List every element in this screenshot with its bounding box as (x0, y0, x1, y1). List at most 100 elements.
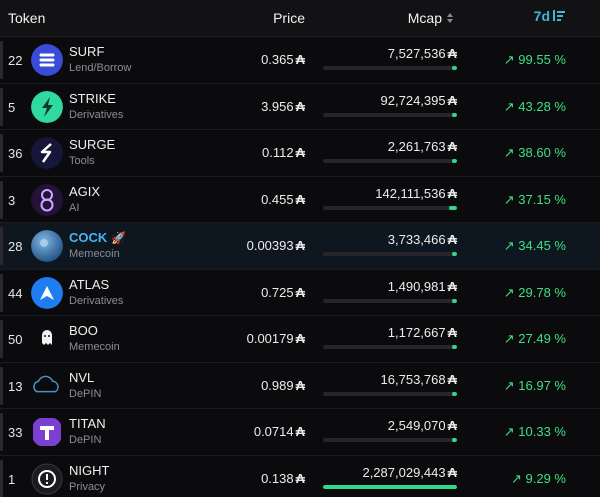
table-row[interactable]: 36 SURGE Tools 0.112 ₳ 2,261,763 ₳ ↗ 38.60 % (0, 130, 600, 177)
mcap-bar (323, 484, 457, 489)
mcap-bar-fill (452, 298, 457, 303)
currency-symbol: ₳ (295, 284, 305, 300)
token-name[interactable]: TITAN (69, 416, 106, 431)
price-value: 0.00179 (246, 331, 294, 346)
currency-symbol: ₳ (447, 464, 457, 480)
token-name[interactable]: AGIX (69, 184, 100, 199)
column-header-7d[interactable]: 7d (534, 8, 565, 24)
token-category: Privacy (69, 480, 106, 493)
token-name[interactable]: SURGE (69, 137, 115, 152)
column-header-price[interactable]: Price (273, 10, 305, 26)
token-mcap: 2,261,763 ₳ (388, 139, 457, 154)
mcap-bar (323, 205, 457, 210)
mcap-bar (323, 438, 457, 442)
strike-logo-icon[interactable] (31, 90, 63, 123)
sort-icon[interactable] (446, 12, 454, 24)
token-name[interactable]: NIGHT (69, 463, 109, 478)
boo-logo-icon[interactable] (31, 323, 63, 355)
mcap-bar (323, 112, 457, 117)
price-value: 0.138 (261, 470, 294, 486)
agix-logo-icon[interactable] (31, 183, 63, 216)
currency-symbol: ₳ (295, 331, 305, 346)
table-row[interactable]: 22 SURF Lend/Borrow 0.365 ₳ 7,527,536 ₳ ↗ 99.55… (0, 37, 600, 84)
table-row[interactable]: 13 NVL DePIN 0.989 ₳ 16,753,768 ₳ ↗ 16.97 % (0, 362, 600, 409)
token-table: Token Price Mcap 7d 22 SURF Lend/Borrow 0.3… (0, 0, 600, 497)
token-mcap: 92,724,395 ₳ (381, 93, 457, 108)
price-value: 0.112 (262, 145, 294, 160)
mcap-bar-fill (451, 112, 457, 117)
mcap-bar-fill (452, 438, 457, 442)
column-header-mcap[interactable]: Mcap (408, 10, 454, 26)
column-header-token[interactable]: Token (8, 10, 45, 26)
rank: 13 (8, 378, 23, 394)
mcap-bar (323, 159, 457, 163)
token-price: 0.365 ₳ (261, 52, 305, 67)
token-symbol: NIGHT (69, 462, 110, 478)
nvl-logo-icon[interactable] (31, 370, 63, 402)
rocket-icon: 🚀 (111, 230, 127, 245)
currency-symbol: ₳ (447, 371, 457, 387)
price-change-7d: ↗ 34.45 % (503, 238, 566, 253)
row-indicator (0, 320, 3, 358)
currency-symbol: ₳ (295, 238, 305, 253)
rank: 22 (8, 53, 23, 68)
mcap-value: 92,724,395 (380, 92, 446, 108)
price-value: 0.0714 (253, 424, 294, 439)
mcap-value: 1,172,667 (387, 325, 446, 340)
token-name[interactable]: STRIKE (69, 91, 116, 106)
table-row[interactable]: 44 ATLAS Derivatives 0.725 ₳ 1,490,981 ₳ ↗ 29.7… (0, 269, 600, 316)
titan-logo-icon[interactable] (31, 416, 63, 448)
token-symbol: AGIX (69, 183, 101, 199)
rank: 5 (8, 99, 16, 115)
table-row[interactable]: 28 COCK 🚀 Memecoin 0.00393 ₳ 3,733,466 ₳ ↗ 34.45… (0, 223, 600, 270)
currency-symbol: ₳ (447, 418, 457, 433)
row-indicator (0, 413, 3, 451)
token-name[interactable]: COCK 🚀 (69, 230, 126, 245)
row-indicator (0, 273, 3, 312)
token-price: 0.989 ₳ (261, 378, 305, 393)
token-mcap: 2,549,070 ₳ (388, 418, 457, 433)
mcap-value: 2,287,029,443 (362, 464, 446, 480)
table-row[interactable]: 33 TITAN DePIN 0.0714 ₳ 2,549,070 ₳ ↗ 10.33 % (0, 409, 600, 456)
token-mcap: 3,733,466 ₳ (388, 232, 457, 247)
surf-logo-icon[interactable] (31, 44, 63, 76)
mcap-value: 142,111,536 (375, 185, 446, 201)
currency-symbol: ₳ (295, 52, 305, 67)
row-indicator (0, 227, 3, 265)
mcap-bar (323, 391, 457, 396)
token-name[interactable]: ATLAS (69, 277, 109, 292)
row-indicator (0, 180, 3, 219)
mcap-bar (323, 66, 457, 70)
token-mcap: 1,172,667 ₳ (388, 325, 457, 340)
mcap-value: 1,490,981 (387, 278, 446, 294)
token-mcap: 7,527,536 ₳ (388, 46, 457, 61)
currency-symbol: ₳ (447, 232, 457, 247)
token-name[interactable]: SURF (69, 44, 104, 59)
price-change-7d: ↗ 16.97 % (503, 377, 566, 393)
rank: 36 (8, 146, 23, 161)
cock-logo-icon[interactable] (31, 230, 63, 262)
table-row[interactable]: 3 AGIX AI 0.455 ₳ 142,111,536 ₳ ↗ 37.15 % (0, 176, 600, 223)
token-name[interactable]: BOO (69, 323, 98, 338)
rank: 50 (8, 332, 23, 347)
surge-logo-icon[interactable] (31, 137, 63, 169)
table-row[interactable]: 1 NIGHT Privacy 0.138 ₳ 2,287,029,443 ₳ ↗ 9.29 … (0, 455, 600, 497)
price-change-7d: ↗ 9.29 % (511, 470, 566, 486)
token-symbol: ATLAS (69, 276, 110, 292)
price-change-7d: ↗ 38.60 % (503, 145, 566, 160)
token-symbol: BOO (69, 323, 98, 338)
table-header: Token Price Mcap 7d (0, 0, 600, 37)
atlas-logo-icon[interactable] (31, 276, 63, 309)
night-logo-icon[interactable] (31, 463, 63, 495)
token-name[interactable]: NVL (69, 370, 94, 385)
token-category: AI (69, 201, 80, 214)
price-change-7d: ↗ 10.33 % (503, 424, 566, 439)
sort-descending-icon[interactable] (553, 9, 565, 23)
mcap-value: 16,753,768 (380, 371, 446, 387)
rank: 33 (8, 425, 23, 440)
table-row[interactable]: 5 STRIKE Derivatives 3.956 ₳ 92,724,395 ₳ ↗ 43.… (0, 83, 600, 130)
currency-symbol: ₳ (295, 145, 305, 160)
currency-symbol: ₳ (447, 139, 457, 154)
table-row[interactable]: 50 BOO Memecoin 0.00179 ₳ 1,172,667 ₳ ↗ 27.49 % (0, 316, 600, 363)
token-price: 0.00179 ₳ (247, 331, 305, 346)
